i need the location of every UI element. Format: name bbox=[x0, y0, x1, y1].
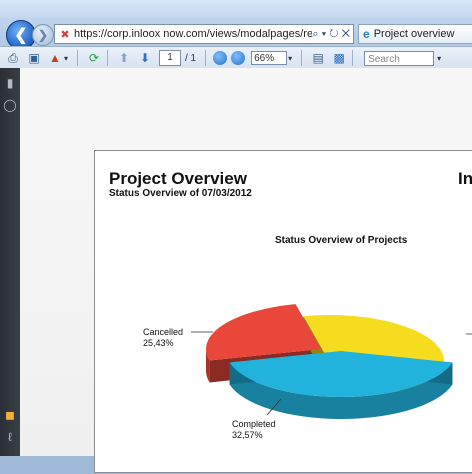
zoom-select[interactable]: 66% bbox=[251, 51, 288, 65]
save-icon[interactable]: ▣ bbox=[26, 50, 42, 66]
up-arrow-icon[interactable]: ⬆ bbox=[116, 50, 132, 66]
pie-chart bbox=[191, 304, 472, 419]
paperclip-icon[interactable]: ℓ bbox=[3, 430, 17, 444]
pages-icon[interactable]: ▮ bbox=[3, 76, 17, 90]
report-page: Project Overview Status Overview of 07/0… bbox=[94, 150, 472, 473]
chevron-down-icon[interactable]: ▾ bbox=[288, 54, 296, 63]
slice-value: 32,57% bbox=[232, 430, 263, 440]
binoculars-icon[interactable]: ◯ bbox=[3, 98, 17, 112]
refresh-icon[interactable]: ⟳ bbox=[86, 50, 102, 66]
toolbar-divider bbox=[301, 50, 303, 66]
toolbar-divider bbox=[205, 50, 207, 66]
toolbar-divider bbox=[107, 50, 108, 66]
page-layout-icon[interactable]: ▤ bbox=[310, 50, 326, 66]
printer-icon[interactable]: ⎙ bbox=[5, 50, 21, 66]
slice-name: Cancelled bbox=[143, 327, 184, 337]
viewer-sidebar: ▮ ◯ ◼ ℓ bbox=[0, 68, 20, 456]
zoom-out-icon[interactable] bbox=[213, 51, 228, 65]
address-bar[interactable]: ✖ https://corp.inloox now.com/views/moda… bbox=[54, 24, 354, 44]
tab-project-overview[interactable]: e Project overview bbox=[358, 24, 472, 44]
slice-name: Completed bbox=[232, 419, 276, 429]
page-total: / 1 bbox=[185, 52, 197, 64]
url-text[interactable]: https://corp.inloox now.com/views/modalp… bbox=[74, 28, 312, 40]
site-certificate-icon: ✖ bbox=[60, 28, 70, 41]
fullscreen-icon[interactable]: ▩ bbox=[331, 50, 347, 66]
slice-label-completed: Completed 32,57% bbox=[232, 419, 276, 441]
browser-chrome: ❮ ❯ ✖ https://corp.inloox now.com/views/… bbox=[0, 0, 472, 69]
toolbar-divider bbox=[77, 50, 78, 66]
toolbar-divider bbox=[352, 50, 354, 66]
ie-icon: e bbox=[363, 27, 370, 41]
slice-value: 25,43% bbox=[143, 338, 174, 348]
export-icon[interactable]: ▲ bbox=[47, 50, 63, 66]
chevron-down-icon[interactable]: ▾ bbox=[64, 54, 72, 63]
document-area[interactable]: Project Overview Status Overview of 07/0… bbox=[20, 68, 472, 473]
zoom-in-icon[interactable] bbox=[231, 51, 246, 65]
down-arrow-icon[interactable]: ⬇ bbox=[137, 50, 153, 66]
comment-icon[interactable]: ◼ bbox=[3, 408, 17, 422]
slice-label-cancelled: Cancelled 25,43% bbox=[143, 327, 183, 349]
address-tools[interactable]: ⌕ ▾ ↻ ✕ bbox=[312, 28, 353, 41]
forward-arrow-icon[interactable]: ❯ bbox=[32, 24, 54, 46]
tab-title: Project overview bbox=[373, 28, 455, 40]
page-number-input[interactable]: 1 bbox=[159, 50, 181, 66]
title-bar bbox=[0, 0, 472, 18]
search-input[interactable]: Search bbox=[364, 50, 435, 66]
chevron-down-icon[interactable]: ▾ bbox=[437, 54, 441, 63]
viewer-toolbar: ⎙ ▣ ▲ ▾ ⟳ ⬆ ⬇ 1 / 1 66% ▾ ▤ ▩ Search ▾ bbox=[0, 46, 472, 69]
